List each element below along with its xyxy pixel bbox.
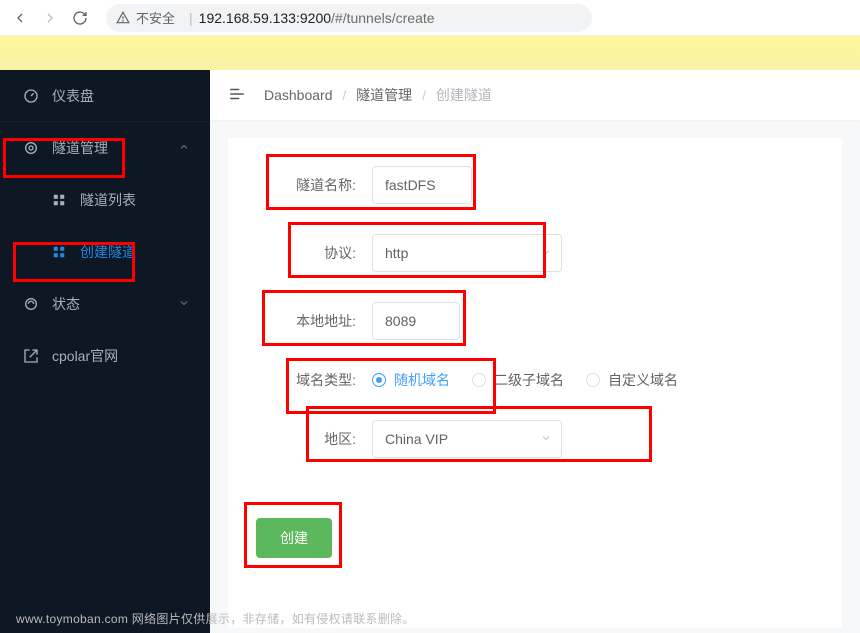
sidebar-item-status[interactable]: 状态 [0,278,210,330]
sidebar-sub-label: 隧道列表 [80,190,136,210]
radio-subdomain[interactable]: 二级子域名 [472,370,564,390]
insecure-icon [116,11,130,25]
crumb-dashboard[interactable]: Dashboard [264,87,333,103]
menu-toggle-icon[interactable] [228,85,246,106]
radio-dot-icon [372,373,386,387]
grid-icon [52,245,68,259]
sidebar: 仪表盘 隧道管理 隧道列表 创建隧道 状态 [0,70,210,633]
back-button[interactable] [8,6,32,30]
radio-dot-icon [586,373,600,387]
sidebar-item-cpolar-site[interactable]: cpolar官网 [0,330,210,382]
sidebar-item-label: 状态 [52,294,80,314]
url-host: 192.168.59.133:9200 [199,10,331,26]
chevron-up-icon [178,140,190,156]
tunnel-icon [22,140,40,156]
domain-type-label: 域名类型: [256,370,356,390]
sidebar-sub-create-tunnel[interactable]: 创建隧道 [0,226,210,278]
row-local-addr: 本地地址: [256,302,814,340]
main-area: Dashboard / 隧道管理 / 创建隧道 隧道名称: 协议: [210,70,860,633]
sidebar-item-tunnel-mgmt[interactable]: 隧道管理 [0,122,210,174]
browser-toolbar: 不安全 | 192.168.59.133:9200/#/tunnels/crea… [0,0,860,36]
row-domain-type: 域名类型: 随机域名 二级子域名 自定义域名 [256,370,814,390]
chevron-down-icon [178,296,190,312]
sidebar-item-label: 仪表盘 [52,86,94,106]
sidebar-sub-label: 创建隧道 [80,242,136,262]
url-bar[interactable]: 不安全 | 192.168.59.133:9200/#/tunnels/crea… [106,4,592,32]
dashboard-icon [22,88,40,104]
tunnel-name-input[interactable] [372,166,472,204]
local-addr-label: 本地地址: [256,311,356,331]
radio-dot-icon [472,373,486,387]
yellow-banner [0,36,860,70]
forward-button[interactable] [38,6,62,30]
protocol-select[interactable] [372,234,562,272]
crumb-tunnel-mgmt[interactable]: 隧道管理 [356,87,412,103]
status-icon [22,296,40,312]
create-button[interactable]: 创建 [256,518,332,558]
sidebar-sub-tunnel-list[interactable]: 隧道列表 [0,174,210,226]
grid-icon [52,193,68,207]
form-card: 隧道名称: 协议: 本地地址: [228,138,842,628]
footer-text: www.toymoban.com 网络图片仅供展示，非存储，如有侵权请联系删除。 [16,610,415,627]
radio-random-domain[interactable]: 随机域名 [372,370,450,390]
row-submit: 创建 [256,518,814,558]
protocol-label: 协议: [256,243,356,263]
row-tunnel-name: 隧道名称: [256,166,814,204]
radio-custom-domain[interactable]: 自定义域名 [586,370,678,390]
breadcrumb: Dashboard / 隧道管理 / 创建隧道 [264,85,492,105]
row-region: 地区: [256,420,814,458]
sidebar-item-label: cpolar官网 [52,346,118,366]
local-addr-input[interactable] [372,302,460,340]
tunnel-name-label: 隧道名称: [256,175,356,195]
url-path: /#/tunnels/create [331,10,435,26]
reload-button[interactable] [68,6,92,30]
sidebar-item-dashboard[interactable]: 仪表盘 [0,70,210,122]
region-select[interactable] [372,420,562,458]
row-protocol: 协议: [256,234,814,272]
topbar: Dashboard / 隧道管理 / 创建隧道 [210,70,860,120]
external-link-icon [22,348,40,364]
insecure-label: 不安全 [136,8,175,27]
crumb-current: 创建隧道 [436,87,492,103]
sidebar-item-label: 隧道管理 [52,138,108,158]
region-label: 地区: [256,429,356,449]
domain-type-radio-group: 随机域名 二级子域名 自定义域名 [372,370,678,390]
